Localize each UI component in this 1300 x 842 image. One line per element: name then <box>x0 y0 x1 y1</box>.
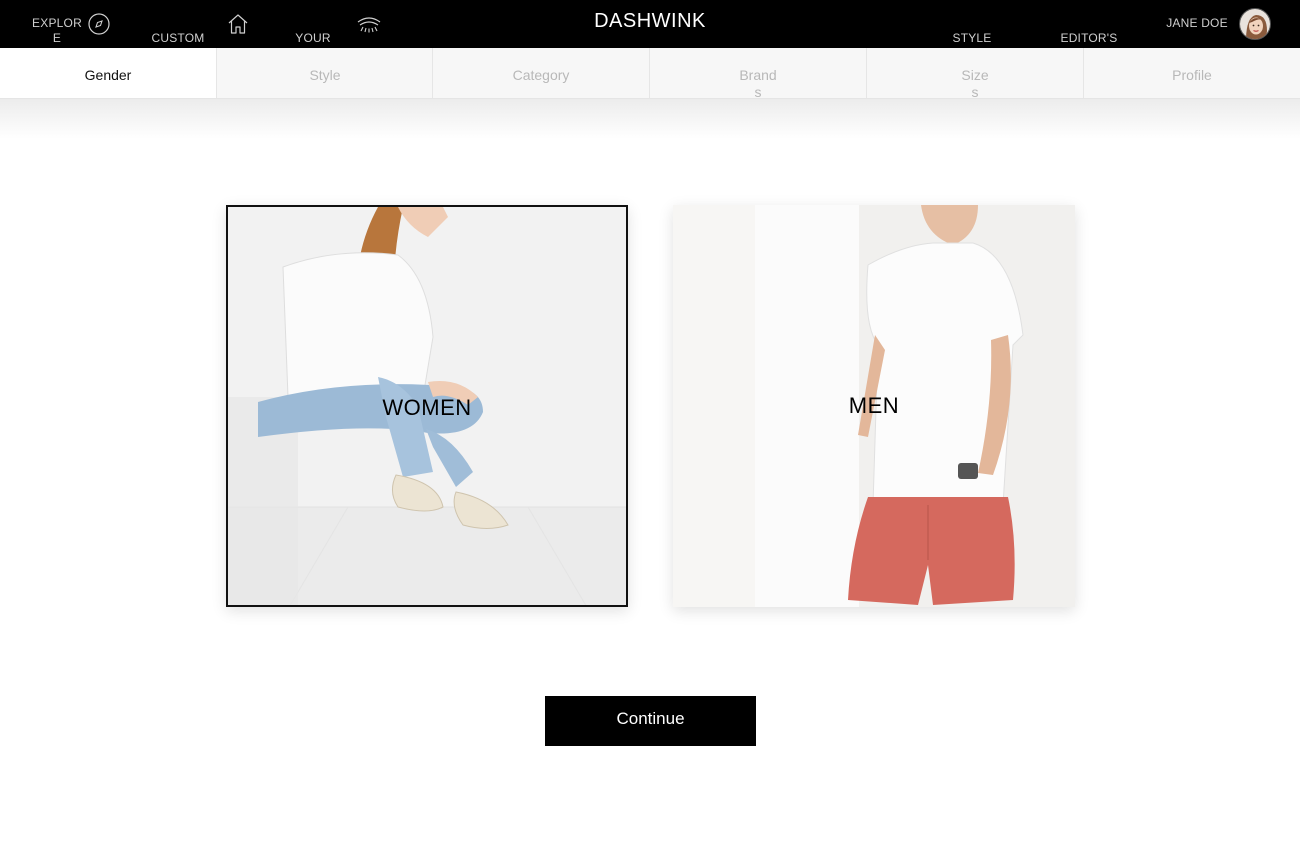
tabs-shadow <box>0 99 1300 139</box>
home-icon[interactable] <box>226 12 250 36</box>
tab-gender-label: Gender <box>84 67 132 83</box>
brand-logo[interactable]: DASHWINK <box>550 10 750 33</box>
women-label: WOMEN <box>382 395 472 420</box>
nav-explore[interactable]: EXPLORE <box>32 16 82 46</box>
tab-brands-label: Brands <box>739 67 777 100</box>
eye-wink-icon[interactable] <box>356 12 382 36</box>
user-name[interactable]: JANE DOE <box>1164 16 1230 31</box>
tab-gender[interactable]: Gender <box>0 48 216 98</box>
men-label: MEN <box>848 393 900 418</box>
nav-explore-label: EXPLORE <box>32 16 82 45</box>
gender-card-women[interactable]: WOMEN <box>226 205 628 607</box>
top-navigation-bar: EXPLORE CUSTOM SHOP YOUR WINKS DASHWINK … <box>0 0 1300 60</box>
tab-sizes-label: Sizes <box>961 67 989 100</box>
gender-card-men[interactable]: MEN <box>673 205 1075 607</box>
tab-style[interactable]: Style <box>216 48 433 98</box>
continue-button[interactable]: Continue <box>545 696 756 746</box>
tab-category[interactable]: Category <box>432 48 649 98</box>
tab-style-label: Style <box>309 67 341 83</box>
tab-brands[interactable]: Brands <box>649 48 866 100</box>
tab-profile-label: Profile <box>1172 67 1212 83</box>
tab-category-label: Category <box>512 67 570 83</box>
tab-sizes[interactable]: Sizes <box>866 48 1083 100</box>
tab-profile[interactable]: Profile <box>1083 48 1300 98</box>
compass-icon[interactable] <box>87 12 111 36</box>
avatar[interactable] <box>1239 8 1271 40</box>
onboarding-steps: Gender Style Category Brands Sizes Profi… <box>0 48 1300 100</box>
avatar-image <box>1240 9 1270 39</box>
